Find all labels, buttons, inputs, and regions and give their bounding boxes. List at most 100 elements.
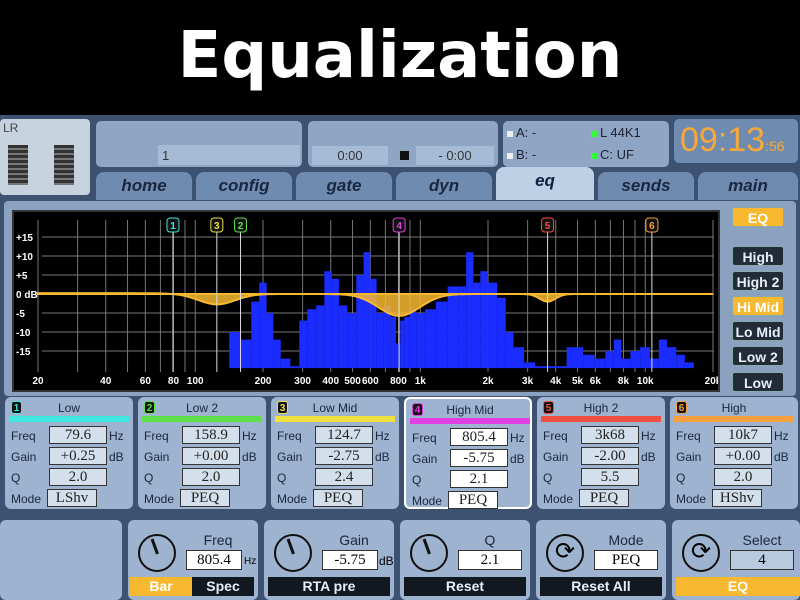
tab-eq[interactable]: eq [496, 167, 594, 200]
select-encoder-section[interactable]: ⟳ Select 4 EQ [672, 520, 800, 600]
band-panel-5[interactable]: 5 High 2 Freq 3k68 Hz Gain -2.00 dB Q 5.… [537, 397, 665, 509]
band-q-field[interactable]: 2.0 [49, 468, 107, 486]
tab-main[interactable]: main [698, 172, 798, 200]
rta-bar [299, 320, 308, 369]
band-select-high-2-button[interactable]: High 2 [732, 271, 784, 291]
band-q-field[interactable]: 2.0 [714, 468, 772, 486]
meter-right [54, 145, 74, 185]
bar-button[interactable]: Bar [130, 577, 192, 596]
freq-knob-icon[interactable] [138, 534, 176, 572]
freq-encoder-section[interactable]: Freq 805.4 Hz Bar Spec [128, 520, 258, 600]
band-freq-field[interactable]: 79.6 [49, 426, 107, 444]
spec-button[interactable]: Spec [192, 577, 254, 596]
gain-label: Gain [11, 450, 37, 464]
rta-bar [390, 316, 396, 369]
rotate-icon[interactable]: ⟳ [682, 534, 720, 572]
stop-icon[interactable] [400, 151, 409, 160]
q-label: Q [144, 471, 154, 485]
rta-bar [480, 271, 488, 369]
tab-home[interactable]: home [96, 172, 192, 200]
rta-bar [266, 313, 274, 369]
eq-button[interactable]: EQ [676, 577, 800, 596]
band-marker-label: 5 [545, 221, 551, 232]
y-axis-label: -15 [16, 347, 31, 358]
reset-button[interactable]: Reset [404, 577, 526, 596]
freq-value: 805.4 [186, 550, 242, 570]
band-q-field[interactable]: 2.0 [182, 468, 240, 486]
reset-all-button[interactable]: Reset All [540, 577, 662, 596]
select-label: Select [742, 532, 782, 548]
knob-pointer [422, 538, 431, 555]
gain-label: Gain [543, 450, 569, 464]
rta-bar [458, 286, 467, 369]
gain-encoder-section[interactable]: Gain -5.75 dB RTA pre [264, 520, 394, 600]
eq-graph[interactable]: +15 +10 +5 0 dB -5 -10 -15 20 40 60 80 100 200 300 400… [12, 210, 722, 392]
rta-pre-button[interactable]: RTA pre [268, 577, 390, 596]
gain-knob-icon[interactable] [274, 534, 312, 572]
rta-bar [447, 286, 459, 369]
band-mode-field[interactable]: PEQ [448, 491, 498, 509]
band-q-field[interactable]: 2.4 [315, 468, 373, 486]
transport-panel[interactable]: 0:00 - 0:00 [308, 121, 498, 167]
band-q-field[interactable]: 2.1 [450, 470, 508, 488]
band-panel-1[interactable]: 1 Low Freq 79.6 Hz Gain +0.25 dB Q 2.0 M… [5, 397, 133, 509]
band-select-lo-mid-button[interactable]: Lo Mid [732, 321, 784, 341]
gain-value: -5.75 [322, 550, 378, 570]
x-axis-label: 20 [32, 376, 44, 387]
status-led-c [591, 153, 597, 159]
band-gain-field[interactable]: +0.25 [49, 447, 107, 465]
band-gain-field[interactable]: -2.75 [315, 447, 373, 465]
channel-meter-panel[interactable]: LR [0, 119, 90, 195]
x-axis-label: 500 [344, 376, 361, 387]
band-freq-field[interactable]: 3k68 [581, 426, 639, 444]
band-freq-field[interactable]: 124.7 [315, 426, 373, 444]
x-axis-label: 400 [322, 376, 339, 387]
rta-bar [356, 275, 364, 369]
band-panel-6[interactable]: 6 High Freq 10k7 Hz Gain +0.00 dB Q 2.0 … [670, 397, 798, 509]
band-freq-field[interactable]: 805.4 [450, 428, 508, 446]
channel-info-panel[interactable]: 1 [96, 121, 302, 167]
band-panel-2[interactable]: 2 Low 2 Freq 158.9 Hz Gain +0.00 dB Q 2.… [138, 397, 266, 509]
rotate-icon[interactable]: ⟳ [546, 534, 584, 572]
q-label: Q [543, 471, 553, 485]
q-label: Q [484, 532, 496, 548]
band-gain-field[interactable]: -5.75 [450, 449, 508, 467]
tab-sends[interactable]: sends [598, 172, 694, 200]
q-knob-icon[interactable] [410, 534, 448, 572]
band-mode-field[interactable]: PEQ [180, 489, 230, 507]
rta-bar [487, 282, 498, 369]
x-axis-label: 1k [415, 376, 427, 387]
rta-bar [370, 278, 377, 369]
band-mode-field[interactable]: PEQ [313, 489, 363, 507]
band-mode-field[interactable]: HShv [712, 489, 762, 507]
band-mode-field[interactable]: PEQ [579, 489, 629, 507]
q-label: Q [11, 471, 21, 485]
band-select-hi-mid-button[interactable]: Hi Mid [732, 296, 784, 316]
mixer-screen: LR 1 0:00 - 0:00 A: - B: - L 44K1 C: UF … [0, 115, 800, 600]
band-gain-field[interactable]: +0.00 [182, 447, 240, 465]
band-select-eq-button[interactable]: EQ [732, 207, 784, 227]
band-panel-4[interactable]: 4 High Mid Freq 805.4 Hz Gain -5.75 dB Q… [404, 397, 532, 509]
mode-encoder-section[interactable]: ⟳ Mode PEQ Reset All [536, 520, 666, 600]
band-panel-3[interactable]: 3 Low Mid Freq 124.7 Hz Gain -2.75 dB Q … [271, 397, 399, 509]
status-a: A: - [516, 125, 537, 140]
band-freq-field[interactable]: 10k7 [714, 426, 772, 444]
band-q-field[interactable]: 5.5 [581, 468, 639, 486]
band-select-low-button[interactable]: Low [732, 372, 784, 392]
y-axis-label: +15 [16, 233, 33, 244]
rta-bar [684, 362, 694, 369]
db-unit: dB [109, 450, 124, 464]
band-name: Low [57, 401, 80, 415]
tab-gate[interactable]: gate [296, 172, 392, 200]
band-freq-field[interactable]: 158.9 [182, 426, 240, 444]
band-select-low-2-button[interactable]: Low 2 [732, 346, 784, 366]
tab-dyn[interactable]: dyn [396, 172, 492, 200]
band-mode-field[interactable]: LShv [47, 489, 97, 507]
remaining-time: - 0:00 [416, 146, 494, 165]
q-encoder-section[interactable]: Q 2.1 Reset [400, 520, 530, 600]
tab-config[interactable]: config [196, 172, 292, 200]
x-axis-label: 600 [362, 376, 379, 387]
band-select-high-button[interactable]: High [732, 246, 784, 266]
band-gain-field[interactable]: +0.00 [714, 447, 772, 465]
band-gain-field[interactable]: -2.00 [581, 447, 639, 465]
